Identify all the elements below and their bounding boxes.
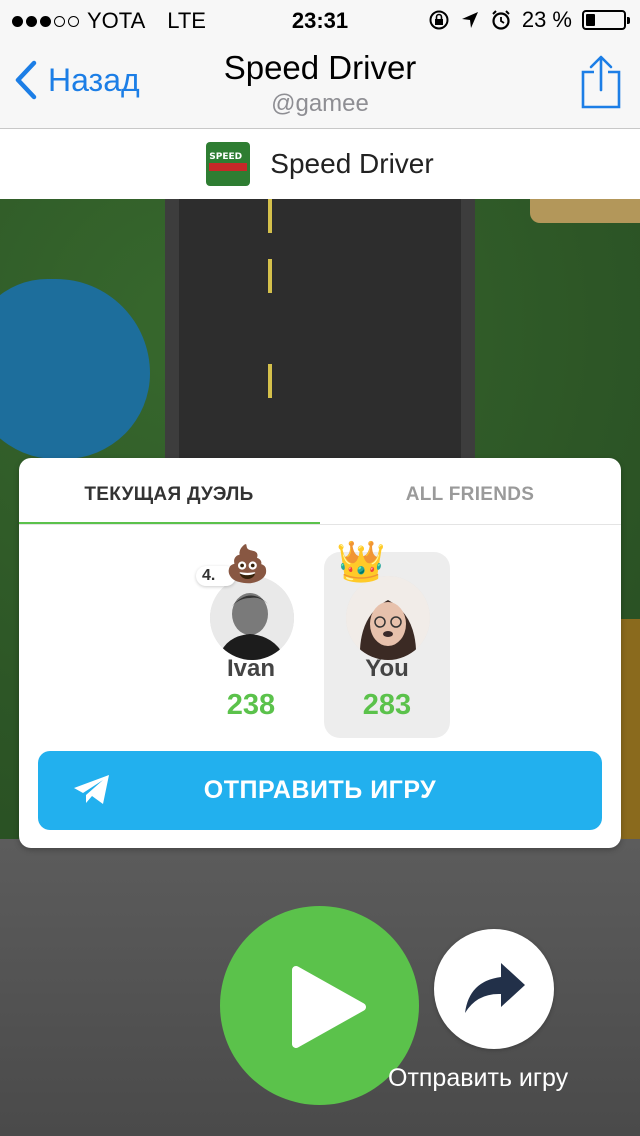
send-game-label: ОТПРАВИТЬ ИГРУ (203, 776, 437, 804)
sand-patch (530, 199, 640, 223)
tab-all-friends[interactable]: ALL FRIENDS (320, 458, 620, 524)
tab-current-duel[interactable]: ТЕКУЩАЯ ДУЭЛЬ (19, 458, 319, 524)
share-game-button[interactable] (434, 929, 554, 1049)
duel-card: ТЕКУЩАЯ ДУЭЛЬ ALL FRIENDS 4. 💩 Ivan 238 (19, 458, 621, 848)
tab-bar: ТЕКУЩАЯ ДУЭЛЬ ALL FRIENDS (19, 458, 621, 525)
player-card-you[interactable]: 👑 You 283 (324, 542, 450, 738)
battery-percent: 23 % (521, 7, 572, 32)
share-arrow-icon (465, 963, 525, 1013)
active-tab-indicator (19, 522, 320, 524)
status-icons: 23 % (428, 7, 630, 33)
share-game-caption: Отправить игру (388, 1064, 569, 1092)
player-score: 238 (226, 689, 276, 721)
battery-icon (582, 10, 630, 30)
game-name: Speed Driver (270, 148, 434, 179)
player-name: You (365, 655, 409, 682)
player-card-ivan[interactable]: 4. 💩 Ivan 238 (188, 546, 314, 738)
game-logo-text: SPEED (209, 152, 243, 162)
status-bar: YOTA LTE 23:31 23 % (0, 0, 640, 40)
player-score: 283 (362, 689, 412, 721)
game-header: SPEED Speed Driver (0, 129, 640, 199)
page-title: Speed Driver (223, 49, 417, 86)
avatar (346, 576, 430, 660)
location-arrow-icon (461, 12, 478, 28)
alarm-icon (492, 10, 510, 30)
game-logo: SPEED (206, 142, 251, 186)
navigation-bar: Назад Speed Driver @gamee (0, 40, 640, 129)
player-name: Ivan (226, 655, 276, 682)
avatar (210, 576, 294, 660)
share-button[interactable] (580, 54, 622, 115)
rotation-lock-icon (429, 10, 449, 30)
poop-emoji-icon: 💩 (225, 543, 270, 584)
page-subtitle: @gamee (271, 90, 369, 117)
share-icon (581, 55, 621, 109)
crown-emoji-icon: 👑 (336, 540, 386, 584)
play-icon (292, 966, 366, 1048)
send-game-button[interactable]: ОТПРАВИТЬ ИГРУ (38, 751, 602, 830)
